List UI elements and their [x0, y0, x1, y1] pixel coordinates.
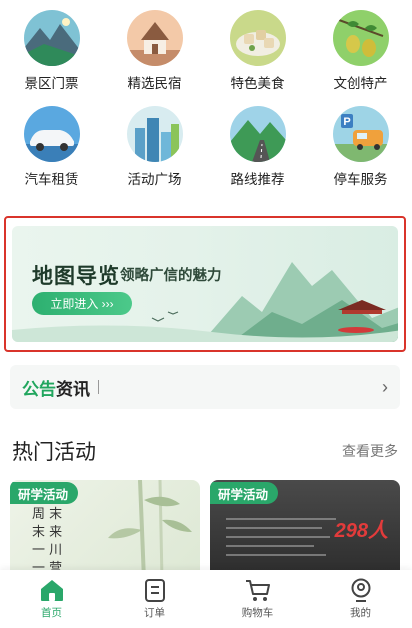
poster-text-lines: [226, 518, 336, 563]
profile-icon: [351, 578, 370, 602]
tab-mine[interactable]: 我的: [309, 570, 412, 628]
car-icon: [23, 106, 80, 162]
category-grid: 景区门票 精选民宿 特色美食 文创特产 汽车租赁 活动广场 路线推荐 P 停车服…: [0, 10, 412, 188]
tab-label: 首页: [41, 607, 62, 619]
parking-icon: P: [332, 106, 389, 162]
category-activity-square[interactable]: 活动广场: [103, 106, 206, 188]
cart-icon: [245, 580, 270, 601]
banner-subtitle: 领略广信的魅力: [120, 268, 222, 284]
category-label: 汽车租赁: [24, 172, 79, 187]
road-mountain-icon: [229, 106, 286, 162]
home-icon: [40, 580, 63, 601]
tab-label: 购物车: [241, 607, 274, 619]
activity-card[interactable]: 研学活动 周 末末 来一 川一 营: [10, 480, 200, 580]
category-label: 活动广场: [127, 172, 182, 187]
category-label: 景区门票: [24, 76, 79, 91]
map-guide-banner-frame: 地图导览 领略广信的魅力 立即进入 ›››: [4, 216, 406, 352]
banner-title: 地图导览: [32, 265, 120, 288]
category-route[interactable]: 路线推荐: [206, 106, 309, 188]
house-icon: [126, 10, 183, 66]
category-label: 文创特产: [333, 76, 388, 91]
tab-home[interactable]: 首页: [0, 570, 103, 628]
mountain-lake-icon: [23, 10, 80, 66]
notice-bar[interactable]: 公告 资讯 ›: [10, 365, 400, 409]
vertical-text-decoration: 周 末末 来一 川一 营: [32, 507, 63, 576]
order-icon: [144, 579, 165, 602]
map-guide-banner[interactable]: 地图导览 领略广信的魅力 立即进入 ›››: [12, 226, 398, 342]
category-parking[interactable]: P 停车服务: [309, 106, 412, 188]
category-souvenir[interactable]: 文创特产: [309, 10, 412, 92]
category-label: 路线推荐: [230, 172, 285, 187]
bottom-tab-bar: 首页 订单 购物车 我的: [0, 570, 412, 628]
category-homestay[interactable]: 精选民宿: [103, 10, 206, 92]
category-label: 精选民宿: [127, 76, 182, 91]
tab-label: 订单: [144, 607, 165, 619]
tab-cart[interactable]: 购物车: [206, 570, 309, 628]
category-scenic-tickets[interactable]: 景区门票: [0, 10, 103, 92]
activity-card[interactable]: 研学活动 298人: [210, 480, 400, 580]
fruit-branch-icon: [332, 10, 389, 66]
category-food[interactable]: 特色美食: [206, 10, 309, 92]
category-label: 停车服务: [333, 172, 388, 187]
svg-text:P: P: [343, 116, 350, 128]
view-more-link[interactable]: 查看更多: [342, 441, 398, 461]
activity-tag: 研学活动: [210, 482, 279, 504]
participant-count: 298人: [334, 520, 388, 542]
city-buildings-icon: [126, 106, 183, 162]
category-label: 特色美食: [230, 76, 285, 91]
enter-now-button[interactable]: 立即进入 ›››: [32, 292, 132, 315]
tab-orders[interactable]: 订单: [103, 570, 206, 628]
notice-label-a: 公告: [22, 379, 56, 399]
chevron-right-icon: ›: [382, 376, 388, 397]
food-plate-icon: [229, 10, 286, 66]
tab-label: 我的: [350, 607, 371, 619]
hot-activities-title: 热门活动: [12, 441, 96, 464]
activity-tag: 研学活动: [10, 482, 79, 504]
notice-label-b: 资讯: [56, 379, 90, 399]
notice-divider: [98, 380, 99, 394]
category-car-rental[interactable]: 汽车租赁: [0, 106, 103, 188]
